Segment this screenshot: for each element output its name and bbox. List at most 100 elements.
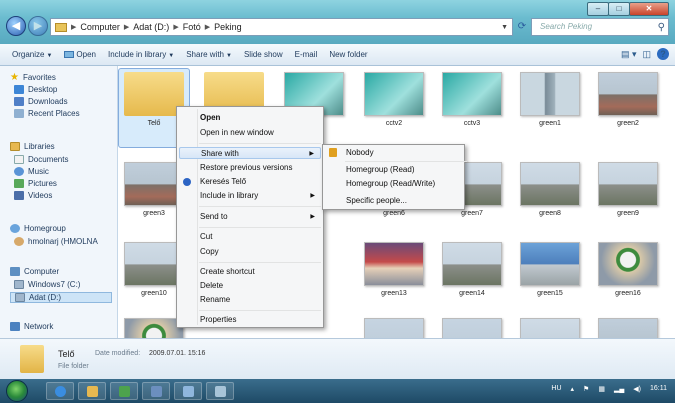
breadcrumb-computer[interactable]: Computer <box>80 22 120 32</box>
menu-share-hg-readwrite[interactable]: Homegroup (Read/Write) <box>325 178 462 190</box>
lock-icon <box>329 148 337 157</box>
menu-separator <box>199 227 321 228</box>
include-library-button[interactable]: Include in library ▼ <box>108 50 174 59</box>
search-input[interactable]: Search Peking ⚲ <box>531 18 669 36</box>
menu-restore-versions[interactable]: Restore previous versions <box>179 162 321 174</box>
explorer-icon <box>87 386 98 397</box>
internet-explorer-icon <box>55 386 66 397</box>
email-button[interactable]: E-mail <box>295 50 318 59</box>
menu-separator <box>199 206 321 207</box>
menu-copy[interactable]: Copy <box>179 246 321 258</box>
tray-expand-icon[interactable]: ▴ <box>571 385 575 393</box>
help-icon[interactable]: ? <box>657 48 669 60</box>
menu-share-with[interactable]: Share with ▶ <box>179 147 321 159</box>
start-button[interactable] <box>6 380 28 402</box>
nav-music[interactable]: Music <box>14 167 49 176</box>
taskbar-explorer[interactable] <box>78 382 106 400</box>
music-icon <box>14 167 24 176</box>
menu-create-shortcut[interactable]: Create shortcut <box>179 266 321 278</box>
nav-homegroup[interactable]: Homegroup <box>10 224 66 233</box>
volume-icon[interactable]: ◀) <box>633 385 641 393</box>
minimize-icon[interactable]: – <box>587 2 609 16</box>
breadcrumb-foto[interactable]: Fotó <box>183 22 201 32</box>
submenu-arrow-icon: ▶ <box>309 151 314 157</box>
photo-thumbnail <box>598 242 658 286</box>
menu-separator <box>199 310 321 311</box>
menu-include-library[interactable]: Include in library ▶ <box>179 190 321 202</box>
taskbar-media[interactable] <box>110 382 138 400</box>
photo-thumbnail <box>364 242 424 286</box>
breadcrumb-peking[interactable]: Peking <box>214 22 242 32</box>
title-bar: – □ ✕ ◀ ▶ ▶ Computer ▶ Adat (D:) ▶ Fotó … <box>0 0 675 44</box>
share-with-button[interactable]: Share with ▼ <box>186 50 232 59</box>
address-dropdown-icon[interactable]: ▼ <box>501 24 508 31</box>
taskbar-ie[interactable] <box>46 382 74 400</box>
taskbar-app[interactable] <box>174 382 202 400</box>
photo-thumbnail <box>442 242 502 286</box>
flag-icon[interactable]: ⚑ <box>583 385 589 393</box>
network-icon <box>10 322 20 331</box>
nav-desktop[interactable]: Desktop <box>14 85 57 94</box>
nav-computer[interactable]: Computer <box>10 267 59 276</box>
nav-network[interactable]: Network <box>10 322 53 331</box>
photo-thumbnail <box>364 72 424 116</box>
nav-c-drive[interactable]: Windows7 (C:) <box>14 280 80 289</box>
menu-cut[interactable]: Cut <box>179 231 321 243</box>
photo-thumbnail <box>598 318 658 338</box>
nav-documents[interactable]: Documents <box>14 155 68 164</box>
photo-thumbnail <box>598 162 658 206</box>
drive-icon <box>14 280 24 289</box>
slideshow-button[interactable]: Slide show <box>244 50 283 59</box>
menu-search[interactable]: Keresés Telő <box>179 176 321 188</box>
recent-places-icon <box>14 109 24 118</box>
menu-send-to[interactable]: Send to ▶ <box>179 211 321 223</box>
breadcrumb-drive[interactable]: Adat (D:) <box>133 22 169 32</box>
signal-icon[interactable]: ▂▄ <box>614 385 624 393</box>
clock[interactable]: 16:11 <box>650 385 667 393</box>
share-submenu: Nobody Homegroup (Read) Homegroup (Read/… <box>322 144 467 210</box>
nav-d-drive[interactable]: Adat (D:) <box>10 292 112 303</box>
menu-delete[interactable]: Delete <box>179 280 321 292</box>
menu-share-nobody[interactable]: Nobody <box>325 147 462 159</box>
photo-thumbnail <box>124 162 184 206</box>
network-tray-icon[interactable]: ▦ <box>598 385 605 393</box>
taskbar: HU ▴ ⚑ ▦ ▂▄ ◀) 16:11 <box>0 379 675 403</box>
nav-recent[interactable]: Recent Places <box>14 109 80 118</box>
nav-pictures[interactable]: Pictures <box>14 179 57 188</box>
search-icon: ⚲ <box>657 22 665 33</box>
nav-favorites[interactable]: ★ Favorites <box>10 72 56 83</box>
menu-rename[interactable]: Rename <box>179 294 321 306</box>
new-folder-button[interactable]: New folder <box>329 50 367 59</box>
menu-open[interactable]: Open <box>179 112 321 124</box>
organize-button[interactable]: Organize ▼ <box>12 50 52 59</box>
pictures-icon <box>14 179 24 188</box>
drive-icon <box>15 293 25 302</box>
nav-homegroup-user[interactable]: hmolnarj (HMOLNA <box>14 237 98 246</box>
search-folder-icon <box>183 178 191 186</box>
menu-share-specific[interactable]: Specific people... <box>325 195 462 207</box>
open-button[interactable]: Open <box>64 50 96 59</box>
menu-properties[interactable]: Properties <box>179 314 321 326</box>
taskbar-app[interactable] <box>206 382 234 400</box>
menu-share-hg-read[interactable]: Homegroup (Read) <box>325 164 462 176</box>
details-name: Telő <box>58 349 75 359</box>
preview-pane-icon[interactable]: ◫ <box>642 49 651 60</box>
view-options-icon[interactable]: ▤ ▾ <box>621 49 637 60</box>
app-icon <box>183 386 194 397</box>
address-bar[interactable]: ▶ Computer ▶ Adat (D:) ▶ Fotó ▶ Peking ▼ <box>50 18 513 36</box>
back-arrow-icon[interactable]: ◀ <box>6 16 26 36</box>
maximize-icon[interactable]: □ <box>608 2 630 16</box>
refresh-icon[interactable]: ⟳ <box>515 18 529 36</box>
star-icon: ★ <box>10 72 19 83</box>
nav-downloads[interactable]: Downloads <box>14 97 68 106</box>
nav-videos[interactable]: Videos <box>14 191 52 200</box>
forward-arrow-icon[interactable]: ▶ <box>28 16 48 36</box>
language-indicator[interactable]: HU <box>551 385 561 393</box>
menu-open-new-window[interactable]: Open in new window <box>179 127 321 139</box>
close-icon[interactable]: ✕ <box>629 2 669 16</box>
taskbar-app[interactable] <box>142 382 170 400</box>
nav-libraries[interactable]: Libraries <box>10 142 55 151</box>
photo-thumbnail <box>520 72 580 116</box>
submenu-arrow-icon: ▶ <box>310 214 315 220</box>
details-pane: Telő Date modified: 2009.07.01. 15:16 Fi… <box>0 338 675 379</box>
